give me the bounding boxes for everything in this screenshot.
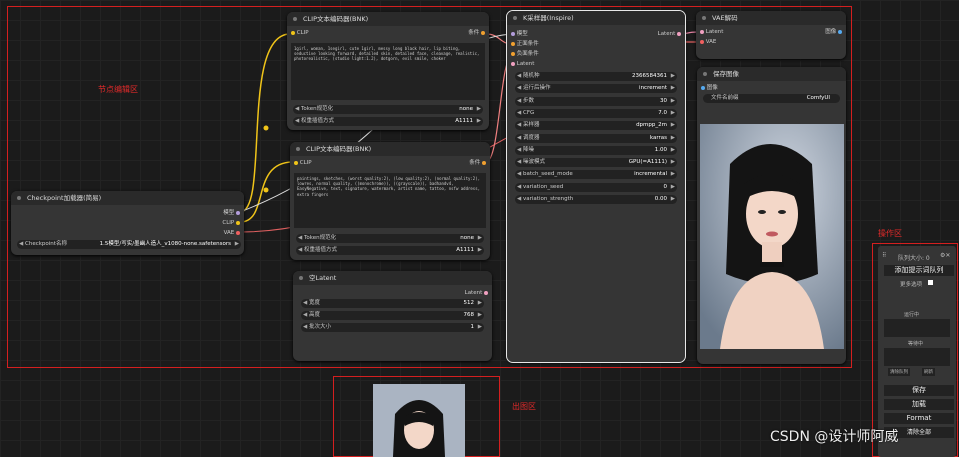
- pending-list: [884, 348, 950, 366]
- node-title: 保存图像: [713, 70, 739, 78]
- format-button[interactable]: Format: [884, 413, 954, 424]
- node-edit-area-label: 节点编辑区: [98, 85, 138, 94]
- positive-prompt-textarea[interactable]: 1girl, woman, 1segirl, cute 1girl, messy…: [291, 43, 485, 100]
- node-title: 空Latent: [309, 274, 337, 282]
- image-output-port[interactable]: 图像: [825, 29, 836, 35]
- ksampler-widget-6[interactable]: ◀ 降噪 1.00 ▶: [515, 145, 677, 155]
- height-stepper[interactable]: ◀ 高度 768 ▶: [301, 311, 484, 320]
- latent-input-port[interactable]: Latent: [706, 29, 724, 35]
- latent-output-port[interactable]: Latent: [465, 290, 483, 296]
- clip-output-port[interactable]: CLIP: [222, 220, 234, 226]
- save-image-node[interactable]: 保存图像 图像 文件名前缀 ComfyUI: [697, 67, 846, 364]
- token-normalization-select[interactable]: ◀ Token规范化 none ▶: [293, 105, 483, 114]
- queue-prompt-button[interactable]: 添加提示词队列: [884, 265, 954, 276]
- image-input-port[interactable]: 图像: [707, 85, 718, 91]
- drag-handle-icon[interactable]: ⠿: [882, 252, 886, 259]
- clip-text-encode-negative-node[interactable]: CLIP文本编码器(BNK) CLIP 条件 paintings, sketch…: [290, 142, 490, 260]
- watermark-text: CSDN @设计师阿威: [770, 429, 899, 445]
- model-input-port[interactable]: 模型: [517, 31, 528, 37]
- empty-latent-node[interactable]: 空Latent Latent ◀ 宽度 512 ▶ ◀ 高度 768 ▶ ◀ 批次大小 1 ▶: [293, 271, 492, 361]
- generated-portrait-image: [700, 124, 844, 349]
- ksampler-widget-7[interactable]: ◀ 噪波模式 GPU(=A1111) ▶: [515, 158, 677, 168]
- load-button[interactable]: 加载: [884, 399, 954, 410]
- vae-input-port[interactable]: VAE: [706, 39, 717, 45]
- vae-decode-node[interactable]: VAE解码 Latent VAE 图像: [696, 11, 846, 59]
- ksampler-node[interactable]: K采样器(Inspire) 模型 正面条件 负面条件 Latent Latent…: [506, 10, 686, 363]
- vae-output-port[interactable]: VAE: [224, 230, 235, 236]
- ksampler-widget-2[interactable]: ◀ 步数 30 ▶: [515, 96, 677, 106]
- batch-size-stepper[interactable]: ◀ 批次大小 1 ▶: [301, 323, 484, 332]
- clip-input-port[interactable]: CLIP: [297, 30, 309, 36]
- refresh-button[interactable]: 刷新: [922, 368, 935, 376]
- ksampler-widget-10[interactable]: ◀ variation_strength 0.00 ▶: [515, 195, 677, 204]
- conditioning-output-port[interactable]: 条件: [468, 30, 479, 36]
- ksampler-widget-5[interactable]: ◀ 调度器 karras ▶: [515, 133, 677, 143]
- token-normalization-select[interactable]: ◀ Token规范化 none ▶: [296, 234, 484, 243]
- latent-output-port[interactable]: Latent: [658, 31, 676, 37]
- checkpoint-loader-node[interactable]: Checkpoint加载器(简易) 模型 CLIP VAE ◀ Checkpoin…: [11, 191, 244, 255]
- node-canvas[interactable]: 节点编辑区 操作区 出图区 CLIP文本编码器(BNK) CLIP 条件 1gi…: [0, 0, 959, 457]
- checkpoint-name-select[interactable]: ◀ Checkpoint名称 1.5模型/写实/墨幽人造人_v1080-none.s…: [17, 240, 241, 249]
- gear-icon[interactable]: ⚙✕: [940, 252, 950, 259]
- node-title: CLIP文本编码器(BNK): [303, 15, 369, 23]
- positive-input-port[interactable]: 正面条件: [517, 41, 539, 47]
- node-title: VAE解码: [712, 14, 738, 22]
- clip-text-encode-positive-node[interactable]: CLIP文本编码器(BNK) CLIP 条件 1girl, woman, 1se…: [287, 12, 489, 130]
- negative-prompt-textarea[interactable]: paintings, sketches, (worst quality:2), …: [294, 173, 486, 228]
- ksampler-widget-4[interactable]: ◀ 采样器 dpmpp_2m ▶: [515, 121, 677, 131]
- ksampler-widget-3[interactable]: ◀ CFG 7.0 ▶: [515, 108, 677, 118]
- ksampler-widget-8[interactable]: ◀ batch_seed_mode incremental ▶: [515, 170, 677, 180]
- ksampler-widget-9[interactable]: ◀ variation_seed 0 ▶: [515, 182, 677, 192]
- operation-area-label: 操作区: [878, 229, 902, 238]
- ksampler-widget-0[interactable]: ◀ 随机种 2366584361 ▶: [515, 72, 677, 81]
- weight-interpretation-select[interactable]: ◀ 权重插值方式 A1111 ▶: [293, 117, 483, 126]
- queue-size-label: 队列大小: 0: [898, 255, 930, 262]
- node-title: K采样器(Inspire): [523, 14, 574, 22]
- pending-label: 等待中: [908, 341, 924, 347]
- running-label: 运行中: [904, 312, 920, 318]
- width-stepper[interactable]: ◀ 宽度 512 ▶: [301, 299, 484, 308]
- clear-queue-button[interactable]: 清除队列: [888, 368, 910, 376]
- more-options-checkbox[interactable]: [928, 280, 933, 285]
- filename-prefix-input[interactable]: 文件名前缀 ComfyUI: [703, 94, 840, 103]
- conditioning-output-port[interactable]: 条件: [469, 160, 480, 166]
- node-title: Checkpoint加载器(简易): [27, 194, 102, 202]
- latent-input-port[interactable]: Latent: [517, 61, 535, 67]
- more-options-toggle[interactable]: 更多选项: [900, 280, 922, 288]
- clip-input-port[interactable]: CLIP: [300, 160, 312, 166]
- save-button[interactable]: 保存: [884, 385, 954, 396]
- running-list: [884, 319, 950, 337]
- negative-input-port[interactable]: 负面条件: [517, 51, 539, 57]
- output-area-label: 出图区: [512, 402, 536, 411]
- weight-interpretation-select[interactable]: ◀ 权重插值方式 A1111 ▶: [296, 246, 484, 255]
- output-preview-image: [373, 384, 465, 457]
- ksampler-widget-1[interactable]: ◀ 运行后操作 increment ▶: [515, 84, 677, 94]
- model-output-port[interactable]: 模型: [223, 210, 234, 216]
- node-title: CLIP文本编码器(BNK): [306, 145, 372, 153]
